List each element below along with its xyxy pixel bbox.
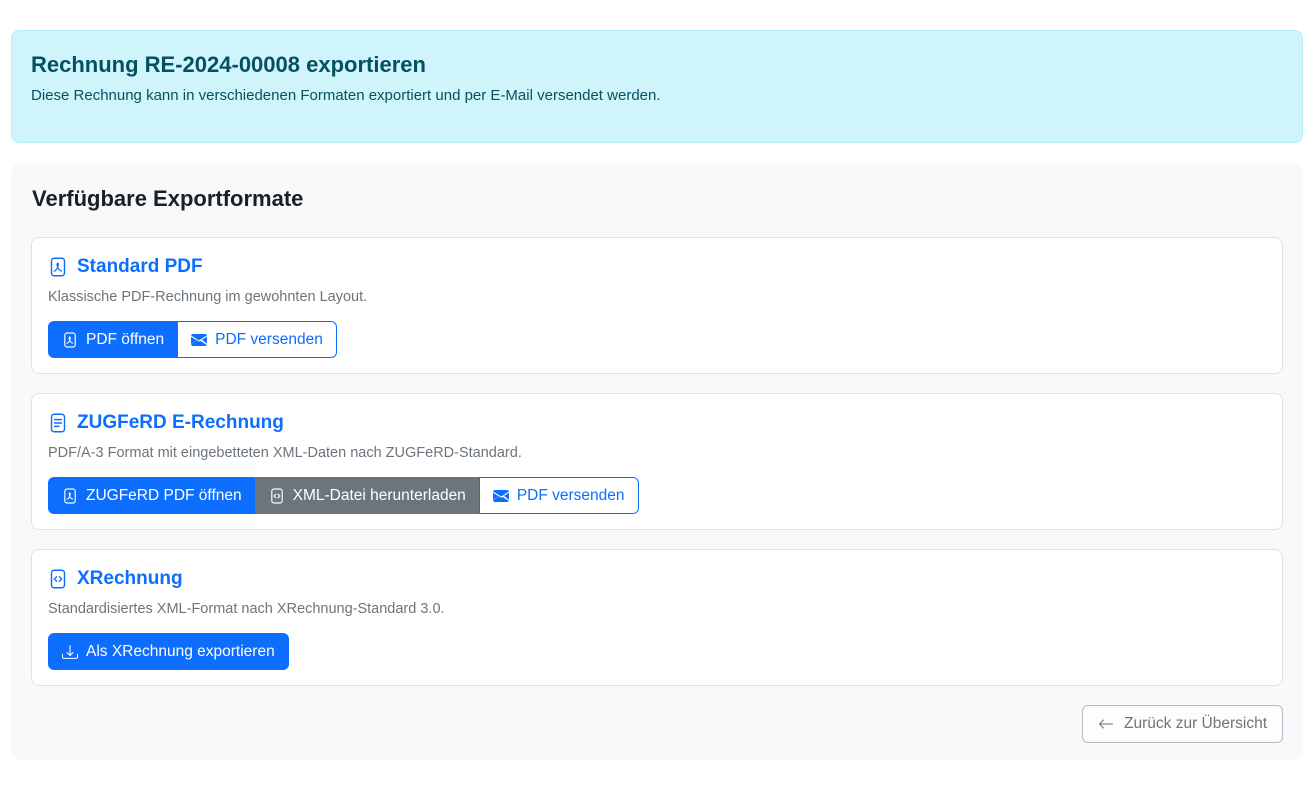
format-button-group: Als XRechnung exportieren <box>48 633 289 670</box>
button-label: PDF versenden <box>517 485 625 506</box>
back-to-overview-button[interactable]: Zurück zur Übersicht <box>1082 705 1283 743</box>
download-icon <box>62 644 78 660</box>
format-description: Klassische PDF-Rechnung im gewohnten Lay… <box>48 288 1266 307</box>
format-title: ZUGFeRD E-Rechnung <box>77 411 284 435</box>
envelope-icon <box>493 488 509 504</box>
zugferd-pdf-oeffnen-button[interactable]: ZUGFeRD PDF öffnen <box>48 477 256 514</box>
format-title-row: Standard PDF <box>48 255 1266 279</box>
button-label: PDF versenden <box>215 329 323 350</box>
file-pdf-icon <box>62 332 78 348</box>
file-code-icon <box>48 569 68 589</box>
envelope-icon <box>191 332 207 348</box>
back-button-label: Zurück zur Übersicht <box>1124 714 1267 734</box>
arrow-left-icon <box>1098 716 1114 732</box>
file-code-icon <box>269 488 285 504</box>
format-title-row: XRechnung <box>48 567 1266 591</box>
format-card-xrechnung: XRechnung Standardisiertes XML-Format na… <box>31 549 1283 686</box>
format-list: Standard PDF Klassische PDF-Rechnung im … <box>31 237 1283 686</box>
button-label: ZUGFeRD PDF öffnen <box>86 485 242 506</box>
pdf-versenden-button[interactable]: PDF versenden <box>479 477 639 514</box>
page-container: Rechnung RE-2024-00008 exportieren Diese… <box>11 30 1303 760</box>
button-label: XML-Datei herunterladen <box>293 485 466 506</box>
format-button-group: PDF öffnen PDF versenden <box>48 321 337 358</box>
section-heading: Verfügbare Exportformate <box>32 186 1283 212</box>
invoice-export-alert: Rechnung RE-2024-00008 exportieren Diese… <box>11 30 1303 143</box>
format-description: Standardisiertes XML-Format nach XRechnu… <box>48 600 1266 619</box>
format-card-zugferd: ZUGFeRD E-Rechnung PDF/A-3 Format mit ei… <box>31 393 1283 530</box>
format-title: XRechnung <box>77 567 183 591</box>
file-pdf-icon <box>62 488 78 504</box>
file-pdf-icon <box>48 257 68 277</box>
alert-description: Diese Rechnung kann in verschiedenen For… <box>31 87 1283 104</box>
alert-title: Rechnung RE-2024-00008 exportieren <box>31 52 1283 78</box>
section-footer: Zurück zur Übersicht <box>31 705 1283 743</box>
format-description: PDF/A-3 Format mit eingebetteten XML-Dat… <box>48 444 1266 463</box>
format-card-standard-pdf: Standard PDF Klassische PDF-Rechnung im … <box>31 237 1283 374</box>
pdf-oeffnen-button[interactable]: PDF öffnen <box>48 321 178 358</box>
export-formats-section: Verfügbare Exportformate Standard PDF Kl… <box>11 163 1303 760</box>
button-label: Als XRechnung exportieren <box>86 641 275 662</box>
als-xrechnung-exportieren-button[interactable]: Als XRechnung exportieren <box>48 633 289 670</box>
format-button-group: ZUGFeRD PDF öffnen XML-Datei herunterlad… <box>48 477 639 514</box>
format-title: Standard PDF <box>77 255 203 279</box>
format-title-row: ZUGFeRD E-Rechnung <box>48 411 1266 435</box>
file-text-icon <box>48 413 68 433</box>
button-label: PDF öffnen <box>86 329 164 350</box>
pdf-versenden-button[interactable]: PDF versenden <box>177 321 337 358</box>
xml-datei-herunterladen-button[interactable]: XML-Datei herunterladen <box>255 477 480 514</box>
